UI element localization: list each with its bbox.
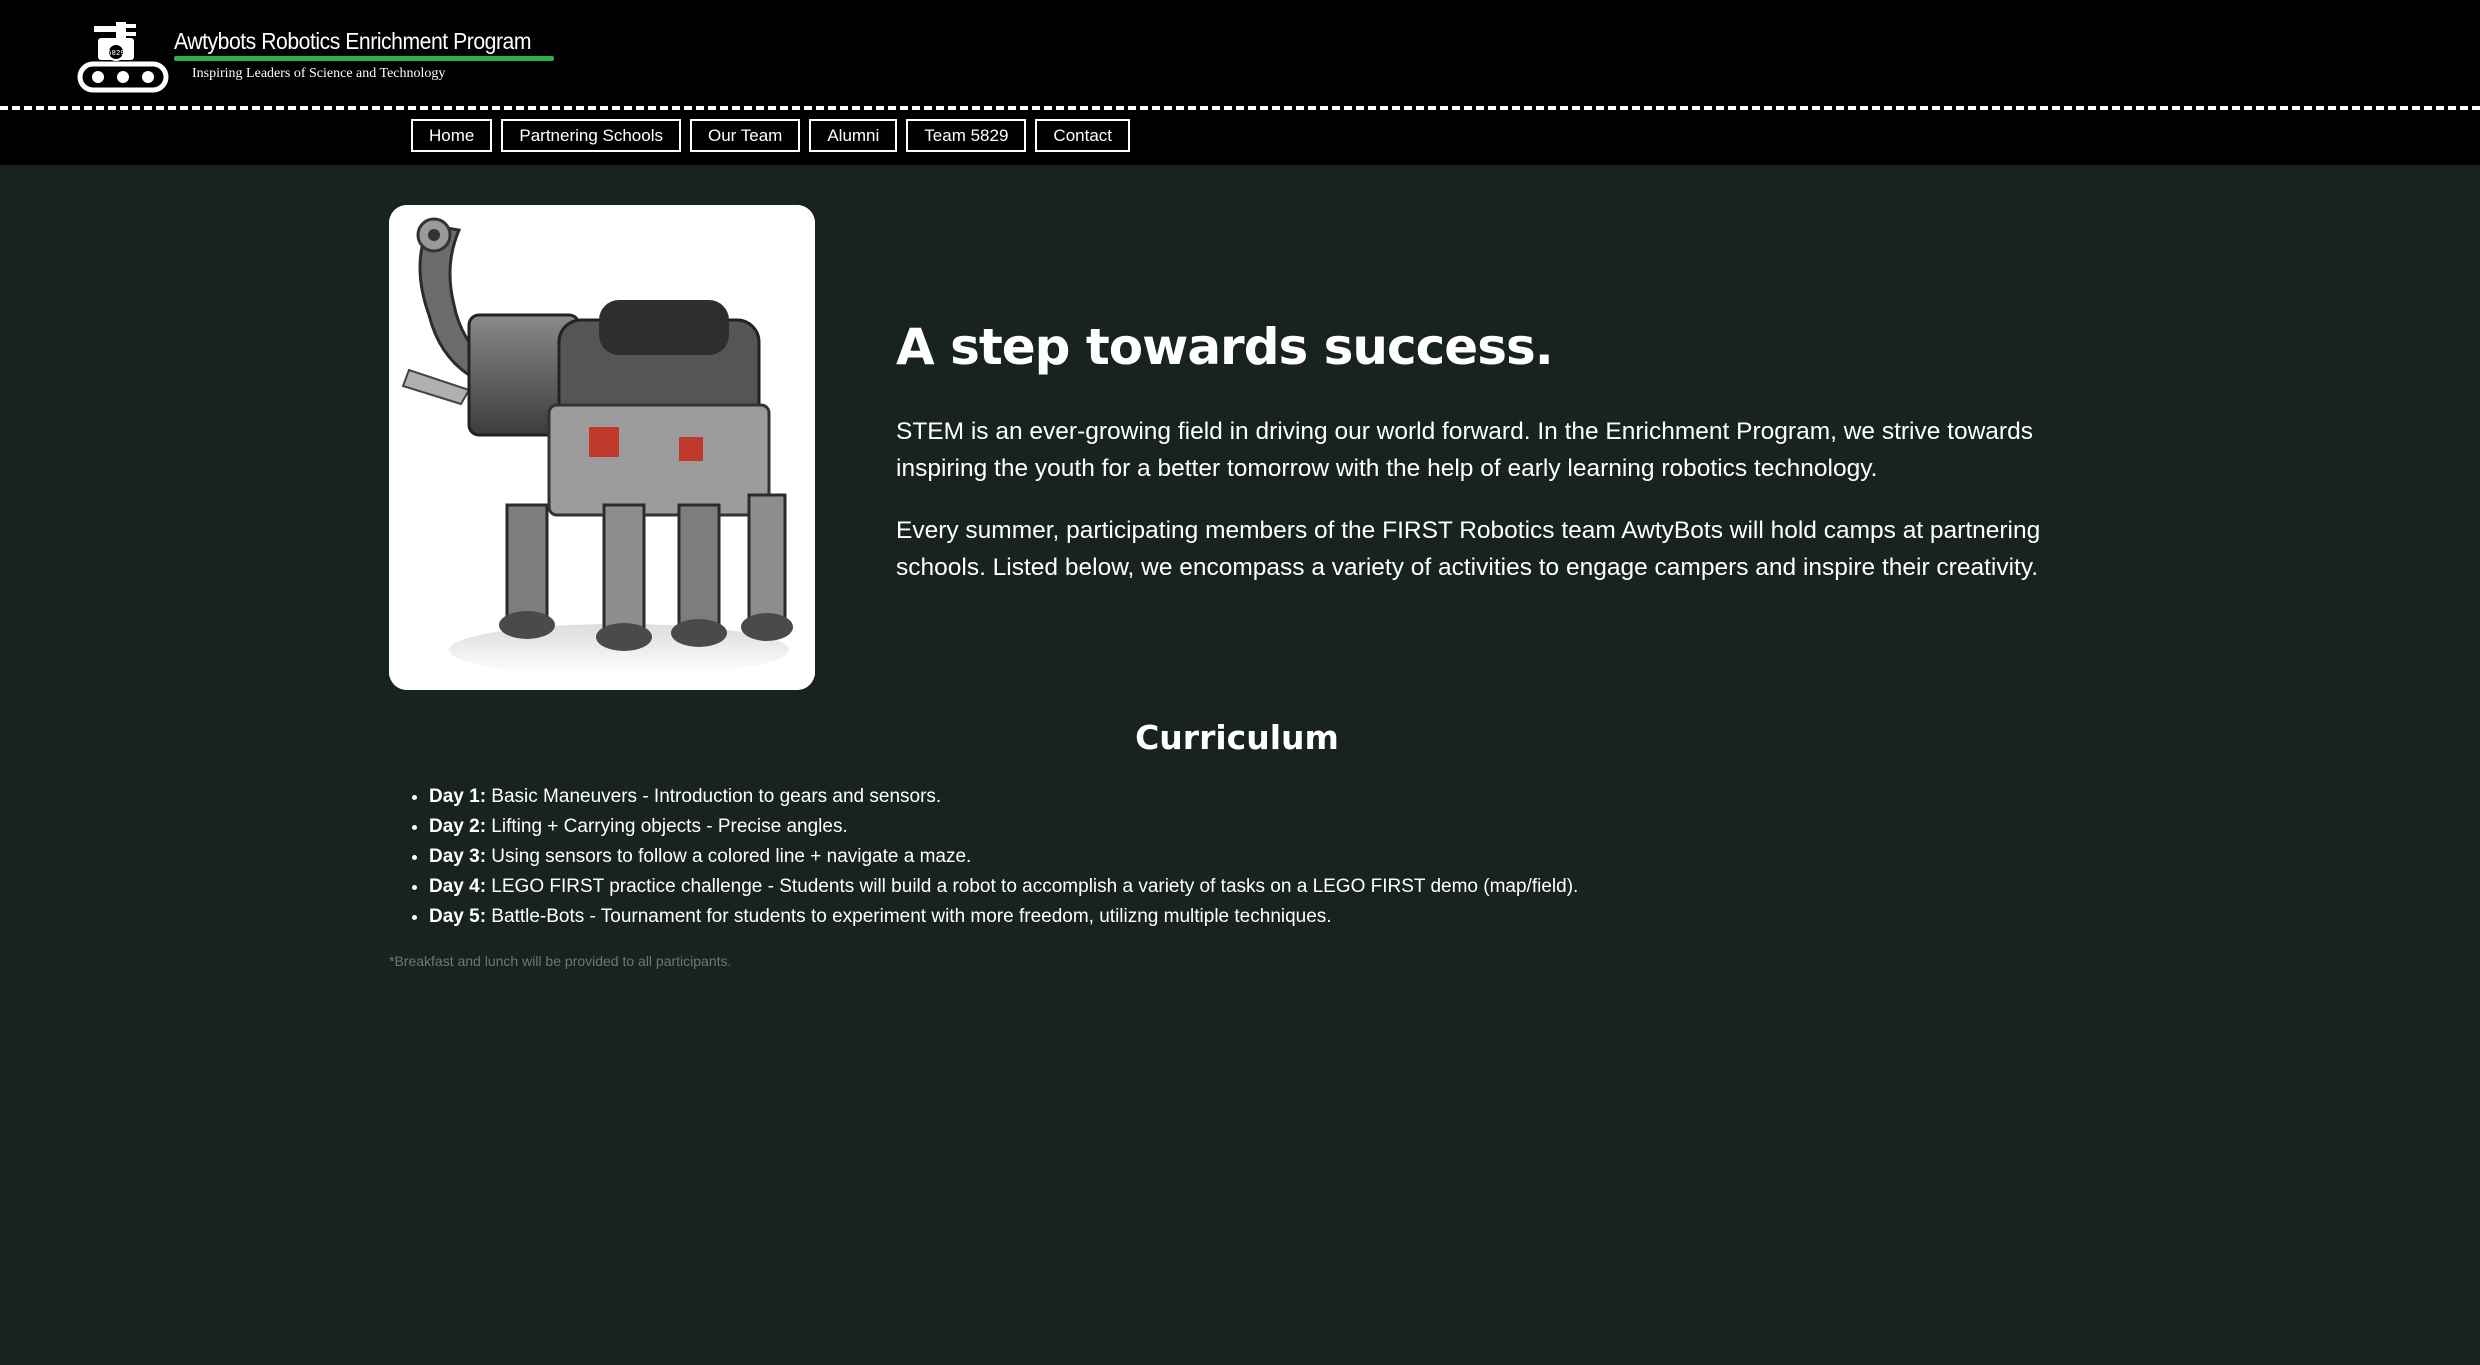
- main-nav: Home Partnering Schools Our Team Alumni …: [411, 119, 1131, 152]
- curriculum-item-day-1: Day 1: Basic Maneuvers - Introduction to…: [429, 782, 1578, 812]
- curriculum-list: Day 1: Basic Maneuvers - Introduction to…: [389, 782, 1578, 932]
- nav-partnering-schools-button[interactable]: Partnering Schools: [501, 119, 681, 152]
- hero-paragraph-stem: STEM is an ever-growing field in driving…: [896, 418, 2033, 482]
- day-description: Battle-Bots - Tournament for students to…: [486, 906, 1332, 927]
- curriculum-item-day-5: Day 5: Battle-Bots - Tournament for stud…: [429, 902, 1578, 932]
- site-header: 5829 Awtybots Robotics Enrichment Progra…: [0, 0, 2480, 165]
- day-label: Day 4:: [429, 876, 487, 897]
- logo-title: Awtybots Robotics Enrichment Program: [174, 28, 532, 54]
- day-label: Day 2:: [429, 816, 487, 837]
- curriculum-item-day-2: Day 2: Lifting + Carrying objects - Prec…: [429, 812, 1578, 842]
- logo-tagline: Inspiring Leaders of Science and Technol…: [192, 66, 446, 81]
- nav-home-button[interactable]: Home: [411, 119, 493, 152]
- day-label: Day 3:: [429, 846, 487, 867]
- day-label: Day 1:: [429, 786, 487, 807]
- logo-underline: [174, 56, 554, 61]
- tank-robot-logo-icon: 5829: [77, 22, 169, 93]
- day-description: Using sensors to follow a colored line +…: [486, 846, 972, 867]
- header-dashed-divider: [0, 106, 2480, 110]
- site-logo[interactable]: 5829 Awtybots Robotics Enrichment Progra…: [76, 18, 554, 98]
- curriculum-item-day-4: Day 4: LEGO FIRST practice challenge - S…: [429, 872, 1578, 902]
- nav-contact-button[interactable]: Contact: [1035, 119, 1131, 152]
- hero-paragraph-summer-camps: Every summer, participating members of t…: [896, 517, 2041, 581]
- day-description: LEGO FIRST practice challenge - Students…: [486, 876, 1579, 897]
- logo-badge: 5829: [107, 49, 125, 57]
- day-description: Basic Maneuvers - Introduction to gears …: [486, 786, 942, 807]
- nav-alumni-button[interactable]: Alumni: [809, 119, 898, 152]
- hero-robot-elephant-image: [389, 205, 815, 690]
- curriculum-title: Curriculum: [1135, 718, 1339, 757]
- day-description: Lifting + Carrying objects - Precise ang…: [486, 816, 848, 837]
- nav-our-team-button[interactable]: Our Team: [690, 119, 801, 152]
- meals-footnote: *Breakfast and lunch will be provided to…: [389, 953, 732, 969]
- hero-title: A step towards success.: [896, 318, 1554, 376]
- curriculum-item-day-3: Day 3: Using sensors to follow a colored…: [429, 842, 1578, 872]
- day-label: Day 5:: [429, 906, 487, 927]
- lego-robot-elephant-icon: [389, 205, 815, 690]
- nav-team-5829-button[interactable]: Team 5829: [906, 119, 1027, 152]
